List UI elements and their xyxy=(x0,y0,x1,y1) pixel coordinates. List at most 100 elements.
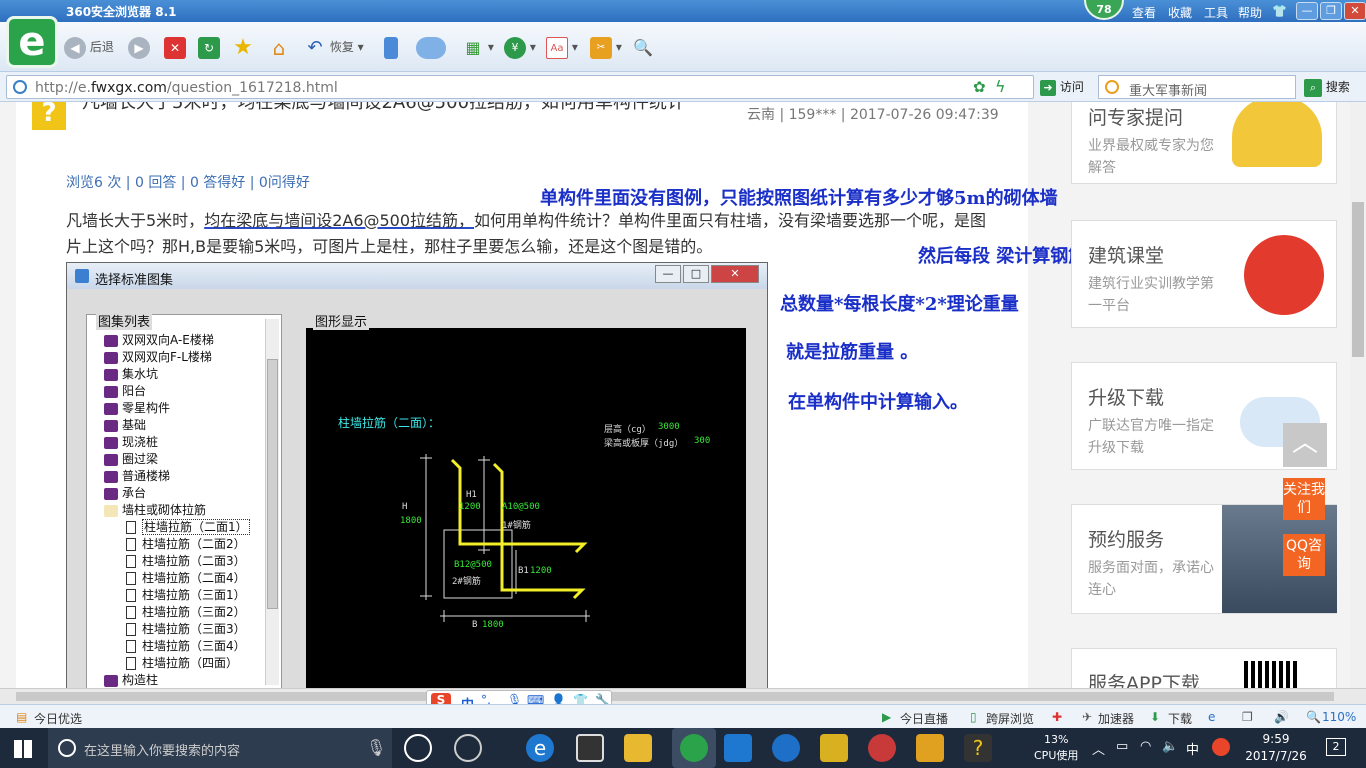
app-g-icon[interactable] xyxy=(772,734,800,762)
book-icon xyxy=(104,368,118,381)
back-to-top-button[interactable]: ︿ xyxy=(1283,423,1327,467)
translate-button[interactable]: Aa ▾ xyxy=(546,34,578,60)
speed-icon[interactable]: ✿ xyxy=(973,78,986,96)
search-button[interactable]: ⌕ 搜索 xyxy=(1304,78,1350,97)
app-note2-icon[interactable] xyxy=(916,734,944,762)
app-cross-icon[interactable] xyxy=(724,734,752,762)
wifi-icon[interactable]: ◠ xyxy=(1140,739,1151,754)
menu-help[interactable]: 帮助 xyxy=(1238,4,1262,21)
tree-item: 柱墙拉筋（二面1） xyxy=(104,519,250,536)
edge-icon[interactable]: e xyxy=(526,734,554,762)
taskbar-search[interactable]: 在这里输入你要搜索的内容 🎙 xyxy=(48,728,392,768)
tree-item-label: 零星构件 xyxy=(122,401,171,415)
window-icon[interactable]: ❐ xyxy=(1242,710,1253,724)
restore-button[interactable]: ↶ 恢复 ▾ xyxy=(304,34,363,60)
url-input[interactable]: http://e.fwxgx.com/question_1617218.html… xyxy=(6,75,1034,99)
browser-360-task[interactable] xyxy=(672,728,716,768)
document-icon xyxy=(126,623,136,636)
close-button[interactable]: ✕ xyxy=(1344,2,1366,20)
network-icon[interactable]: ▭ xyxy=(1116,739,1128,754)
phone-icon xyxy=(384,36,398,59)
task-view-icon[interactable] xyxy=(404,734,432,762)
qq-consult-button[interactable]: QQ咨询 xyxy=(1283,534,1325,576)
vertical-scrollbar[interactable] xyxy=(1350,102,1366,688)
store-icon[interactable] xyxy=(576,734,604,762)
tree-item-label: 双网双向F-L楼梯 xyxy=(122,350,212,364)
refresh-button[interactable]: ↻ xyxy=(198,34,220,60)
phone-button[interactable] xyxy=(384,34,398,60)
menu-favorites[interactable]: 收藏 xyxy=(1168,4,1192,21)
today-picks-link[interactable]: 今日优选 xyxy=(34,710,82,727)
zoom-button[interactable]: 🔍 xyxy=(632,34,654,60)
magnifier-icon: 🔍 xyxy=(633,37,653,57)
clock[interactable]: 9:59 2017/7/26 xyxy=(1244,731,1308,765)
download-link[interactable]: 下载 xyxy=(1168,710,1192,727)
sidebar-card-classroom[interactable]: 建筑课堂 建筑行业实训教学第一平台 xyxy=(1071,220,1337,328)
dialog-title: 选择标准图集 xyxy=(95,273,174,288)
tree-item: 墙柱或砌体拉筋 xyxy=(104,502,250,519)
favorite-button[interactable]: ★ xyxy=(232,34,254,60)
speaker-icon[interactable]: 🔈 xyxy=(1162,739,1178,754)
back-button[interactable]: ◀ 后退 xyxy=(64,34,114,60)
tree-item-label: 柱墙拉筋（三面3） xyxy=(142,622,246,636)
tree-item: 构造柱 xyxy=(104,672,250,688)
apps-button[interactable]: ▦ ▾ xyxy=(462,34,493,60)
stop-icon: ✕ xyxy=(164,36,186,59)
maximize-button[interactable]: ❐ xyxy=(1320,2,1342,20)
document-icon xyxy=(126,606,136,619)
visit-button[interactable]: ➜ 访问 xyxy=(1040,78,1084,96)
volume-icon[interactable]: 🔊 xyxy=(1274,710,1289,724)
tree-item: 集水坑 xyxy=(104,366,250,383)
tree-item-label: 柱墙拉筋（三面1） xyxy=(142,588,246,602)
home-button[interactable]: ⌂ xyxy=(268,34,290,60)
sidebar-card-app[interactable]: 服务APP下载 xyxy=(1071,648,1337,688)
stop-button[interactable]: ✕ xyxy=(164,34,186,60)
bolt-icon[interactable]: ϟ xyxy=(995,77,1006,96)
today-live-link[interactable]: 今日直播 xyxy=(900,710,948,727)
minimize-button[interactable]: — xyxy=(1296,2,1318,20)
tree-item-label: 集水坑 xyxy=(122,367,159,381)
app-question-icon[interactable]: ? xyxy=(964,734,992,762)
book-icon xyxy=(104,419,118,432)
file-explorer-icon[interactable] xyxy=(624,734,652,762)
horizontal-scrollbar[interactable] xyxy=(0,688,1366,704)
cpu-meter[interactable]: 13% CPU使用 xyxy=(1034,732,1078,764)
app-notes-icon[interactable] xyxy=(820,734,848,762)
app-swirl-icon[interactable] xyxy=(454,734,482,762)
zoom-level[interactable]: 110% xyxy=(1322,710,1356,724)
tree-item: 柱墙拉筋（二面3） xyxy=(104,553,250,570)
menu-view[interactable]: 查看 xyxy=(1132,4,1156,21)
browser-logo[interactable]: e xyxy=(6,16,58,68)
plus-icon[interactable]: ✚ xyxy=(1052,710,1062,724)
taskbar-ime[interactable]: 中 xyxy=(1186,739,1199,758)
question-stats[interactable]: 浏览6 次 | 0 回答 | 0 答得好 | 0问得好 xyxy=(66,172,310,192)
forward-button[interactable]: ▶ xyxy=(128,34,150,60)
menu-tools[interactable]: 工具 xyxy=(1204,4,1228,21)
accelerator-link[interactable]: 加速器 xyxy=(1098,710,1134,727)
mic-icon[interactable]: 🎙 xyxy=(366,738,386,757)
dialog-maximize-icon: □ xyxy=(683,265,709,283)
sogou-tray-icon[interactable] xyxy=(1212,738,1230,756)
cross-screen-link[interactable]: 跨屏浏览 xyxy=(986,710,1034,727)
cloud-button[interactable] xyxy=(416,34,446,60)
follow-us-button[interactable]: 关注我们 xyxy=(1283,478,1325,520)
ie-icon[interactable]: e xyxy=(1208,710,1215,724)
annotation-4: 就是拉筋重量 。 xyxy=(786,342,919,363)
cad-b-label: B xyxy=(472,620,478,630)
cross-screen-icon: ▯ xyxy=(970,710,977,724)
tree-item: 承台 xyxy=(104,485,250,502)
sidebar-card-expert[interactable]: 问专家提问 业界最权威专家为您解答 xyxy=(1071,102,1337,184)
tree-item-label: 柱墙拉筋（二面1） xyxy=(142,519,250,535)
skin-icon[interactable]: 👕 xyxy=(1272,4,1287,18)
atlas-tree: 双网双向A-E楼梯 双网双向F-L楼梯 集水坑 阳台 零星构件 基础 现浇桩 圈过梁 普通楼梯承… xyxy=(104,332,250,688)
screenshot-button[interactable]: ✂ ▾ xyxy=(590,34,622,60)
question-title: 凡墙长大于5米时，均在梁底与墙间设2A6@500拉结筋，如何用单构件统计 xyxy=(82,102,686,113)
tray-expand-icon[interactable]: ︿ xyxy=(1092,739,1105,758)
windows-start-icon[interactable] xyxy=(14,740,32,758)
cad-h-value: 1800 xyxy=(400,516,422,526)
search-input[interactable]: 重大军事新闻 xyxy=(1098,75,1296,99)
security-button[interactable]: ¥ ▾ xyxy=(504,34,536,60)
score-badge[interactable]: 78 xyxy=(1084,0,1124,20)
notification-center-icon[interactable]: 2 xyxy=(1326,738,1346,756)
app-red-icon[interactable] xyxy=(868,734,896,762)
